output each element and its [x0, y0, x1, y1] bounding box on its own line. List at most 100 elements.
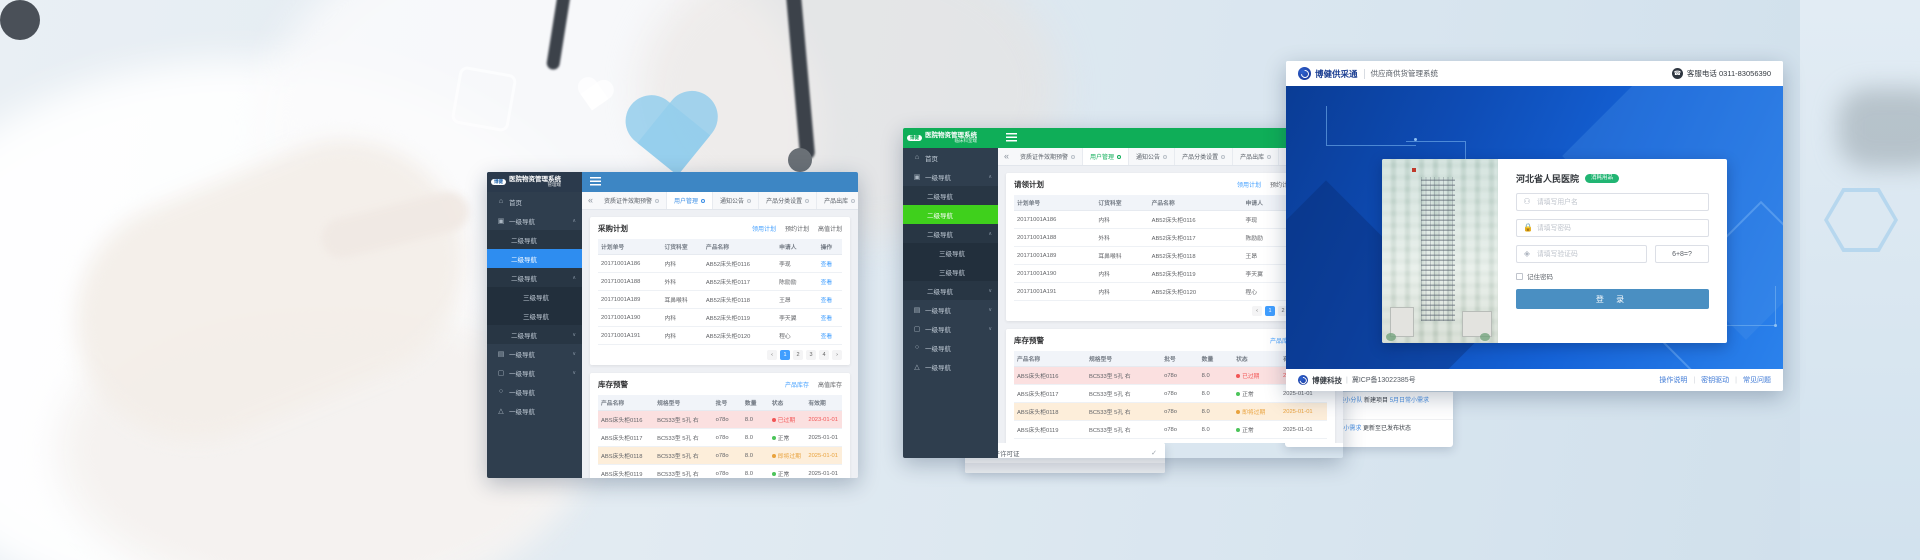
medical-device-blob [1838, 88, 1920, 168]
sidebar-item[interactable]: ▤一级导航∨ [903, 300, 998, 319]
sidebar-item[interactable]: 二级导航 [487, 249, 582, 268]
portal-system-name: 供应商供货管理系统 [1371, 68, 1439, 79]
phone-icon: ☎ [1672, 68, 1683, 79]
table-cell: o78o [1161, 403, 1199, 421]
banner-canvas: ▤ 生产许可证 ✓ 朱老师 在 风驰精美小分队 新建项目 5月日常小需求5 小时… [0, 0, 1920, 560]
sidebar-item-icon: ▢ [913, 325, 921, 333]
sidebar-item[interactable]: 二级导航∧ [903, 224, 998, 243]
chevron-icon: ∨ [988, 288, 992, 294]
page-button[interactable]: 1 [780, 350, 790, 360]
sidebar-item[interactable]: 二级导航∧ [487, 268, 582, 287]
stock-table: 产品名称规格型号批号数量状态有效期ABS床头柜0116BC533型 5孔 右o7… [598, 395, 842, 478]
sidebar-item[interactable]: ▣一级导航∧ [903, 167, 998, 186]
sidebar-item[interactable]: 二级导航∨ [903, 281, 998, 300]
sidebar-item[interactable]: 三级导航 [903, 262, 998, 281]
sidebar-item[interactable]: ⌂首页 [487, 192, 582, 211]
prev-page-button[interactable]: ‹ [767, 350, 777, 360]
tab-2[interactable]: 通知公告 [1129, 148, 1175, 165]
table-cell: 8.0 [1199, 421, 1233, 439]
tab-3[interactable]: 产品分类设置 [759, 192, 817, 209]
page-button[interactable]: 2 [793, 350, 803, 360]
menu-toggle-icon[interactable] [590, 177, 601, 186]
sidebar-item-label: 一级导航 [509, 216, 535, 226]
tree [1480, 333, 1490, 341]
sidebar-item[interactable]: ▤一级导航∨ [487, 344, 582, 363]
feed-link[interactable]: 5月日常小需求 [1390, 398, 1429, 404]
view-link[interactable]: 查看 [821, 298, 833, 304]
table-row: 20171001A189耳鼻喉科AB52床头柜0118王昂查看 [598, 291, 842, 309]
tab-3[interactable]: 产品分类设置 [1175, 148, 1233, 165]
tab-1[interactable]: 用户管理 [1083, 148, 1129, 165]
captcha-question[interactable]: 6+8=? [1655, 245, 1709, 263]
card-header-link[interactable]: 领用计划 [752, 224, 776, 233]
next-page-button[interactable]: › [832, 350, 842, 360]
column-header: 计划单号 [1014, 195, 1095, 211]
table-cell: 李天翼 [776, 309, 817, 327]
footer-link[interactable]: 密钥驱动 [1701, 375, 1729, 385]
table-cell: AB52床头柜0119 [703, 309, 776, 327]
table-cell: o78o [1161, 367, 1199, 385]
tab-status-dot [1071, 155, 1075, 159]
sidebar-item[interactable]: 三级导航 [903, 243, 998, 262]
password-input[interactable] [1535, 224, 1702, 233]
sidebar-item-label: 三级导航 [939, 267, 965, 277]
card-header-link[interactable]: 预约计划 [785, 224, 809, 233]
menu-toggle-icon[interactable] [1006, 133, 1017, 142]
card-header-link[interactable]: 领用计划 [1237, 180, 1261, 189]
sidebar-item[interactable]: ○一级导航 [903, 338, 998, 357]
page-button[interactable]: 3 [806, 350, 816, 360]
captcha-input[interactable] [1535, 250, 1640, 259]
sidebar-item[interactable]: 三级导航 [487, 287, 582, 306]
table-cell: AB52床头柜0118 [703, 291, 776, 309]
sidebar-item-label: 二级导航 [927, 191, 953, 201]
page-button[interactable]: 1 [1265, 306, 1275, 316]
card-header-link[interactable]: 高值计划 [818, 224, 842, 233]
sidebar-item[interactable]: 三级导航 [487, 306, 582, 325]
table-cell: 20171001A188 [598, 273, 661, 291]
tab-4[interactable]: 产品出库 [1233, 148, 1279, 165]
sidebar-item[interactable]: 二级导航∨ [487, 325, 582, 344]
page-button[interactable]: 4 [819, 350, 829, 360]
remember-checkbox[interactable] [1516, 273, 1523, 280]
footer-link[interactable]: 操作说明 [1659, 375, 1687, 385]
right-background-band [1800, 0, 1920, 560]
footer-link[interactable]: 常见问题 [1743, 375, 1771, 385]
sidebar-item[interactable]: 二级导航 [487, 230, 582, 249]
sidebar-item[interactable]: △一级导航 [487, 401, 582, 420]
tab-0[interactable]: 资质证件效期预警 [597, 192, 667, 209]
status-dot-icon [1236, 392, 1240, 396]
sidebar-item[interactable]: 二级导航 [903, 205, 998, 224]
table-row: 20171001A186内科AB52床头柜0116李现查看 [1014, 211, 1327, 229]
view-link[interactable]: 查看 [821, 280, 833, 286]
collapse-tabs-icon[interactable]: « [1004, 151, 1009, 161]
sidebar-item[interactable]: ⌂首页 [903, 148, 998, 167]
tower-windows [1421, 177, 1455, 321]
login-button[interactable]: 登 录 [1516, 289, 1709, 309]
card-header-link[interactable]: 高值库存 [818, 380, 842, 389]
table-cell: AB52床头柜0116 [1149, 211, 1243, 229]
view-link[interactable]: 查看 [821, 334, 833, 340]
view-link[interactable]: 查看 [821, 316, 833, 322]
prev-page-button[interactable]: ‹ [1252, 306, 1262, 316]
sidebar-item[interactable]: ▢一级导航∨ [487, 363, 582, 382]
tab-2[interactable]: 通知公告 [713, 192, 759, 209]
action-cell: 查看 [818, 255, 842, 273]
table-cell: 外科 [661, 273, 702, 291]
username-input[interactable] [1535, 198, 1702, 207]
status-cell: 正常 [1233, 385, 1280, 403]
action-cell: 查看 [818, 291, 842, 309]
view-link[interactable]: 查看 [821, 262, 833, 268]
sidebar-item[interactable]: △一级导航 [903, 357, 998, 376]
tab-0[interactable]: 资质证件效期预警 [1013, 148, 1083, 165]
tab-4[interactable]: 产品出库 [817, 192, 858, 209]
table-cell: ABS床头柜0116 [1014, 367, 1086, 385]
card-header-link[interactable]: 产品库存 [785, 380, 809, 389]
captcha-field-wrap: ◈ [1516, 245, 1647, 263]
sidebar-item[interactable]: 二级导航 [903, 186, 998, 205]
sidebar-item[interactable]: ○一级导航 [487, 382, 582, 401]
tab-1[interactable]: 用户管理 [667, 192, 713, 209]
sidebar-item[interactable]: ▢一级导航∨ [903, 319, 998, 338]
sidebar-item[interactable]: ▣一级导航∧ [487, 211, 582, 230]
sidebar-item-label: 一级导航 [925, 343, 951, 353]
collapse-tabs-icon[interactable]: « [588, 195, 593, 205]
